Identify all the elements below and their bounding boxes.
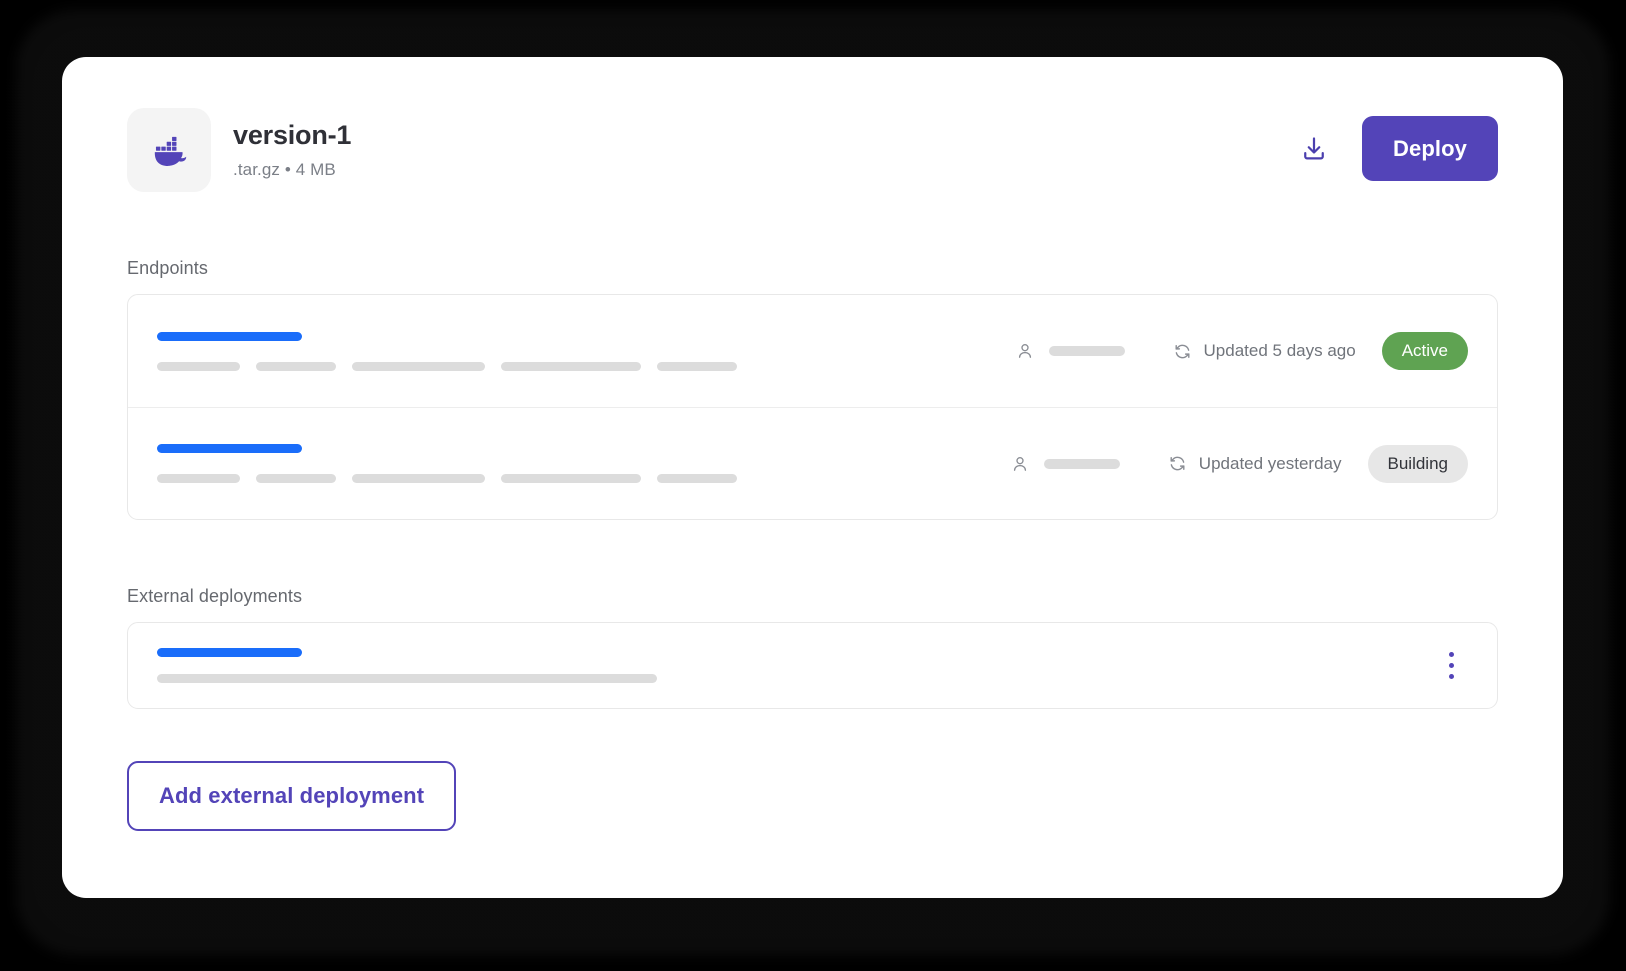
file-summary: version-1 .tar.gz • 4 MB — [127, 108, 351, 192]
list-item[interactable] — [128, 623, 1497, 708]
updated-info: Updated yesterday — [1167, 453, 1342, 474]
download-icon[interactable] — [1292, 127, 1336, 171]
kebab-menu-icon[interactable] — [1434, 646, 1468, 686]
owner-name-skeleton — [1048, 346, 1125, 356]
external-deployment-name-skeleton — [157, 648, 302, 657]
status-badge: Active — [1381, 332, 1468, 370]
skeleton-bar — [157, 674, 657, 683]
header-actions: Deploy — [1292, 108, 1498, 181]
endpoint-placeholder-content — [157, 444, 1010, 483]
sync-icon — [1170, 456, 1185, 471]
table-row[interactable]: Updated 5 days ago Active — [128, 295, 1497, 407]
user-icon — [1018, 344, 1031, 358]
page-title: version-1 — [233, 120, 352, 150]
skeleton-bar — [501, 474, 641, 483]
endpoint-row-meta: Updated yesterday Building — [1010, 444, 1468, 483]
user-icon — [1013, 456, 1026, 471]
endpoints-list: Updated 5 days ago Active Updated yester… — [127, 294, 1498, 520]
skeleton-bar — [157, 361, 240, 371]
skeleton-bar — [157, 474, 240, 483]
endpoint-row-meta: Updated 5 days ago Active — [1015, 332, 1468, 370]
endpoint-detail-skeletons — [157, 474, 1010, 483]
skeleton-bar — [352, 361, 485, 371]
sync-icon — [1175, 344, 1190, 358]
skeleton-bar — [657, 474, 737, 483]
endpoint-name-skeleton — [157, 331, 302, 341]
skeleton-bar — [256, 361, 336, 371]
external-deployments-section-label: External deployments — [127, 586, 303, 606]
external-deployment-placeholder-content — [157, 648, 1434, 683]
skeleton-bar — [657, 361, 737, 371]
updated-text: Updated yesterday — [1198, 453, 1342, 473]
add-external-deployment-button[interactable]: Add external deployment — [127, 761, 457, 831]
owner-info — [1010, 454, 1120, 474]
endpoint-placeholder-content — [157, 331, 1015, 371]
status-badge: Building — [1367, 444, 1468, 483]
owner-info — [1015, 341, 1125, 361]
skeleton-bar — [501, 361, 641, 371]
skeleton-bar — [256, 474, 336, 483]
updated-info: Updated 5 days ago — [1172, 341, 1356, 362]
owner-name-skeleton — [1043, 458, 1120, 469]
updated-text: Updated 5 days ago — [1203, 341, 1356, 360]
table-row[interactable]: Updated yesterday Building — [128, 407, 1497, 519]
card-header: version-1 .tar.gz • 4 MB Deploy — [127, 108, 1498, 192]
file-meta-text: .tar.gz • 4 MB — [233, 160, 336, 179]
endpoints-section-label: Endpoints — [127, 258, 208, 278]
endpoint-detail-skeletons — [157, 361, 1015, 371]
skeleton-bar — [352, 474, 485, 483]
endpoint-name-skeleton — [157, 444, 302, 453]
external-deployments-list — [127, 622, 1498, 709]
deployment-card: version-1 .tar.gz • 4 MB Deploy Endpoint… — [62, 57, 1563, 898]
deploy-button[interactable]: Deploy — [1362, 116, 1498, 181]
docker-whale-icon — [127, 108, 211, 192]
